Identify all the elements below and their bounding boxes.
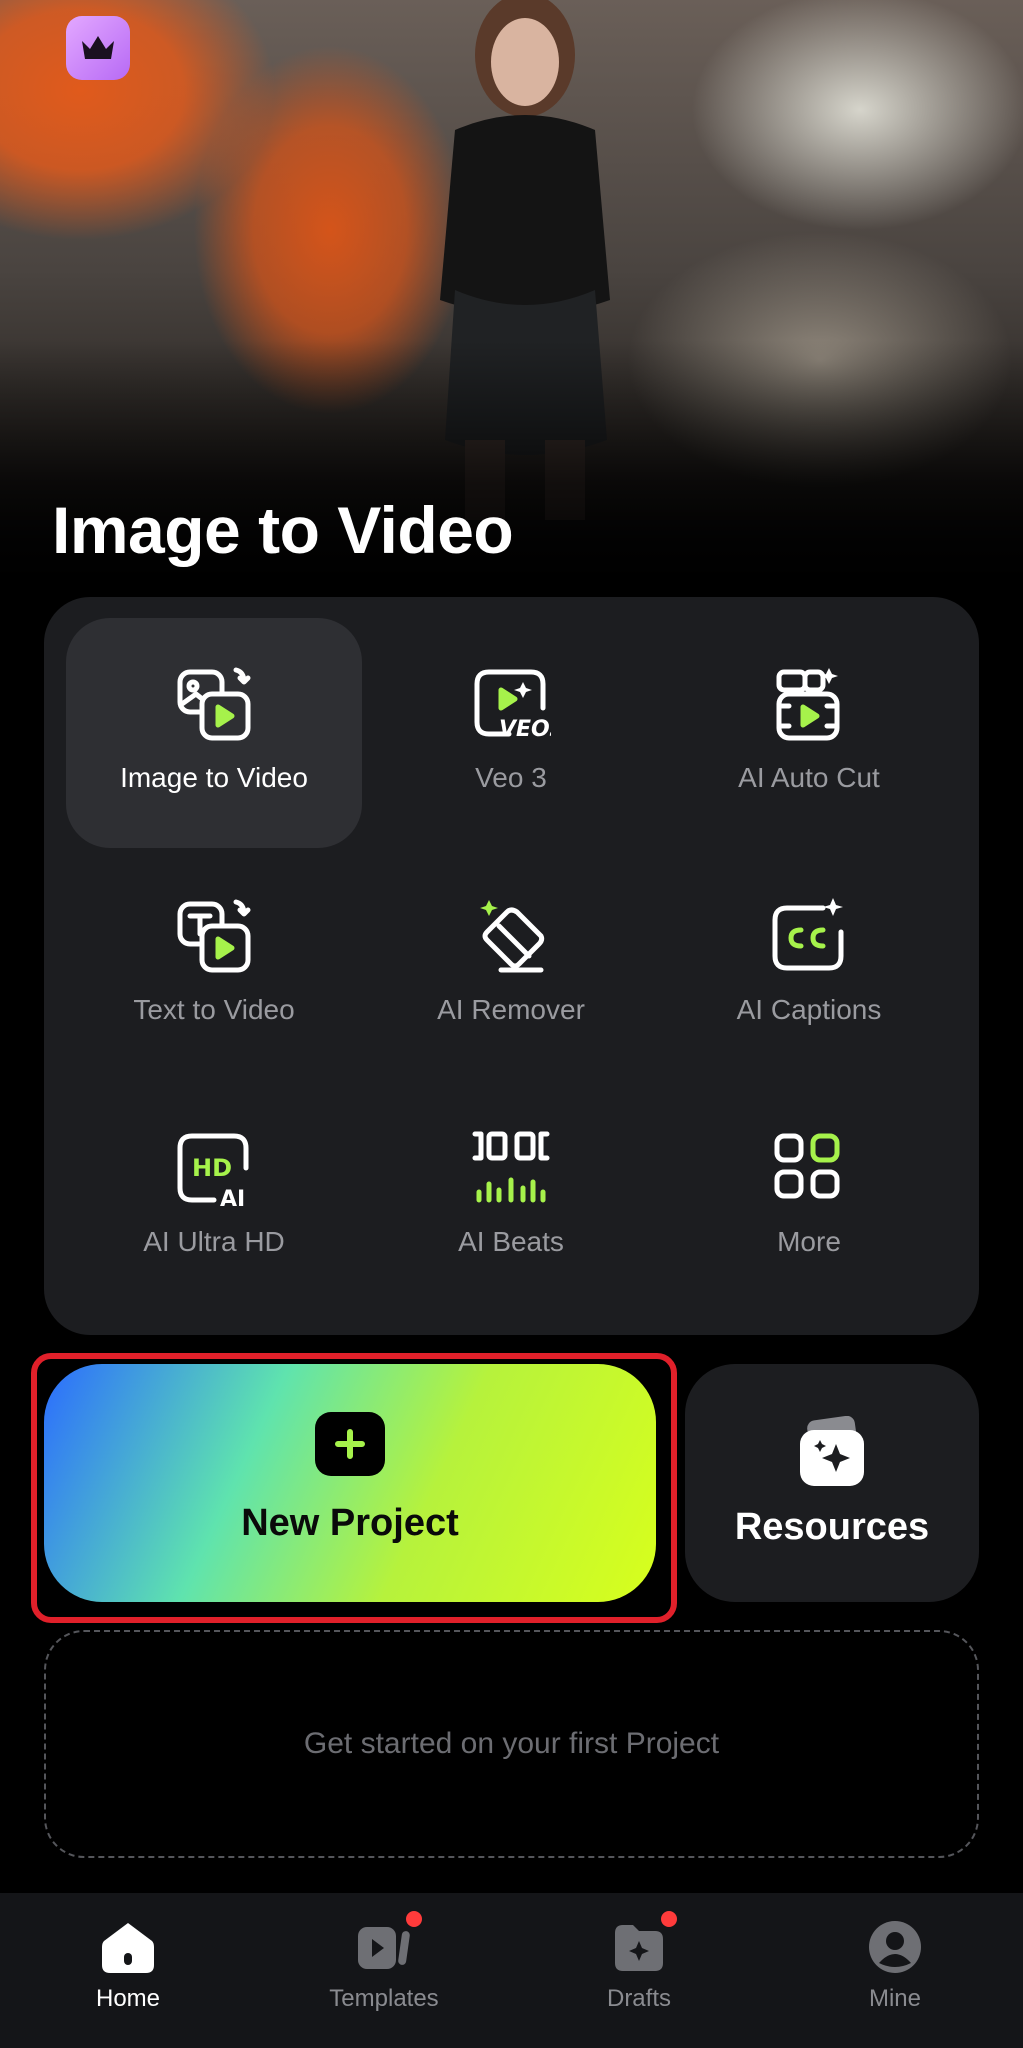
svg-text:AI: AI bbox=[220, 1187, 245, 1208]
grid-icon bbox=[769, 1128, 849, 1208]
hd-ai-icon: HD AI bbox=[174, 1128, 254, 1208]
tool-label: AI Auto Cut bbox=[738, 762, 880, 793]
new-project-button[interactable]: New Project bbox=[44, 1364, 656, 1602]
tool-image-to-video[interactable]: Image to Video bbox=[66, 618, 362, 848]
veo3-icon: VEO3 bbox=[471, 664, 551, 744]
resources-label: Resources bbox=[734, 1506, 930, 1548]
empty-projects-placeholder: Get started on your first Project bbox=[44, 1630, 979, 1858]
nav-label: Templates bbox=[329, 1985, 439, 2012]
eraser-icon bbox=[471, 896, 551, 976]
tool-ai-remover[interactable]: AI Remover bbox=[363, 850, 659, 1080]
templates-badge bbox=[406, 1911, 422, 1927]
new-project-label: New Project bbox=[241, 1502, 459, 1544]
nav-templates[interactable]: Templates bbox=[284, 1893, 484, 2048]
tools-panel: Image to Video VEO3 Veo 3 AI Auto Cut bbox=[44, 597, 979, 1335]
bottom-nav: Home Templates Drafts Mine bbox=[0, 1893, 1023, 2048]
tool-label: Image to Video bbox=[120, 762, 308, 793]
tool-more[interactable]: More bbox=[661, 1082, 957, 1312]
nav-drafts[interactable]: Drafts bbox=[539, 1893, 739, 2048]
drafts-folder-icon bbox=[611, 1911, 677, 1975]
tool-label: Text to Video bbox=[133, 994, 295, 1025]
tool-ai-ultra-hd[interactable]: HD AI AI Ultra HD bbox=[66, 1082, 362, 1312]
tool-label: AI Beats bbox=[458, 1226, 564, 1257]
tool-label: Veo 3 bbox=[475, 762, 547, 793]
nav-home[interactable]: Home bbox=[28, 1893, 228, 2048]
resources-icon bbox=[796, 1415, 868, 1488]
resources-button[interactable]: Resources bbox=[685, 1364, 979, 1602]
tool-label: AI Remover bbox=[437, 994, 585, 1025]
image-to-video-icon bbox=[174, 664, 254, 744]
tool-label: More bbox=[777, 1226, 841, 1257]
hero-banner[interactable]: Image to Video bbox=[0, 0, 1023, 600]
premium-button[interactable] bbox=[66, 16, 130, 80]
nav-label: Drafts bbox=[606, 1985, 671, 2012]
nav-label: Mine bbox=[868, 1985, 922, 2012]
home-icon bbox=[100, 1919, 156, 1975]
empty-state-text: Get started on your first Project bbox=[303, 1727, 720, 1760]
tool-text-to-video[interactable]: Text to Video bbox=[66, 850, 362, 1080]
captions-icon bbox=[769, 896, 849, 976]
tool-label: AI Ultra HD bbox=[143, 1226, 285, 1257]
tool-ai-beats[interactable]: AI Beats bbox=[363, 1082, 659, 1312]
plus-icon bbox=[315, 1412, 385, 1476]
hero-title: Image to Video bbox=[52, 493, 514, 567]
tool-veo-3[interactable]: VEO3 Veo 3 bbox=[363, 618, 659, 848]
drafts-badge bbox=[661, 1911, 677, 1927]
crown-icon bbox=[82, 36, 114, 59]
svg-text:VEO3: VEO3 bbox=[499, 717, 551, 742]
nav-mine[interactable]: Mine bbox=[795, 1893, 995, 2048]
svg-text:HD: HD bbox=[192, 1154, 232, 1182]
tool-ai-captions[interactable]: AI Captions bbox=[661, 850, 957, 1080]
nav-label: Home bbox=[95, 1985, 161, 2012]
tool-ai-auto-cut[interactable]: AI Auto Cut bbox=[661, 618, 957, 848]
beats-icon bbox=[471, 1128, 551, 1208]
text-to-video-icon bbox=[174, 896, 254, 976]
templates-icon bbox=[356, 1911, 422, 1975]
profile-icon bbox=[867, 1919, 923, 1975]
auto-cut-icon bbox=[769, 664, 849, 744]
tool-label: AI Captions bbox=[736, 994, 882, 1025]
